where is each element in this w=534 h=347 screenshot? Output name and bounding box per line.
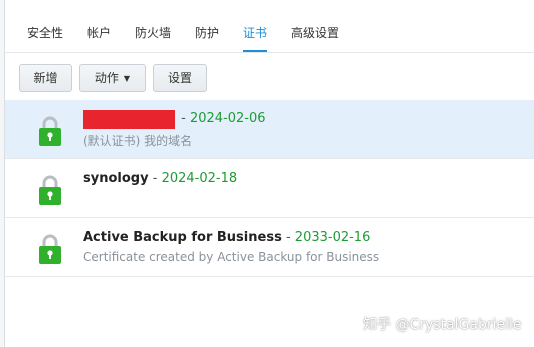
certificate-row[interactable]: synology - 2024-02-18 (5, 159, 534, 218)
certificate-panel: 安全性 帐户 防火墙 防护 证书 高级设置 新增 动作 ▼ 设置 - 2024-… (4, 0, 534, 347)
tab-bar: 安全性 帐户 防火墙 防护 证书 高级设置 (5, 0, 534, 53)
separator: - (152, 171, 158, 186)
tab-account[interactable]: 帐户 (87, 24, 111, 52)
tab-protection[interactable]: 防护 (195, 24, 219, 52)
certificate-name: Active Backup for Business (83, 230, 282, 245)
certificate-title: synology - 2024-02-18 (83, 170, 237, 188)
lock-icon (39, 234, 61, 264)
certificate-list: - 2024-02-06 (默认证书) 我的域名 synology - 2024… (5, 100, 534, 277)
add-button-label: 新增 (33, 71, 58, 85)
redacted-name (83, 110, 175, 129)
lock-icon (39, 175, 61, 205)
certificate-description: Certificate created by Active Backup for… (83, 250, 380, 264)
expiry-date: 2033-02-16 (294, 230, 371, 245)
watermark: 知乎 @CrystalGabrielle (363, 317, 522, 333)
tab-security[interactable]: 安全性 (27, 24, 63, 52)
lock-icon (39, 116, 61, 146)
tab-advanced[interactable]: 高级设置 (291, 24, 339, 52)
add-button[interactable]: 新增 (19, 64, 72, 92)
tab-certificate[interactable]: 证书 (243, 24, 268, 52)
tab-firewall[interactable]: 防火墙 (135, 24, 171, 52)
settings-button[interactable]: 设置 (153, 64, 207, 92)
certificate-row[interactable]: Active Backup for Business - 2033-02-16 … (5, 218, 534, 277)
toolbar: 新增 动作 ▼ 设置 (5, 52, 534, 100)
certificate-description: (默认证书) 我的域名 (83, 134, 193, 148)
certificate-row[interactable]: - 2024-02-06 (默认证书) 我的域名 (5, 100, 534, 159)
action-button[interactable]: 动作 ▼ (79, 64, 146, 92)
certificate-title: Active Backup for Business - 2033-02-16 (83, 229, 370, 247)
separator: - (285, 230, 291, 245)
expiry-date: 2024-02-18 (161, 171, 238, 186)
action-button-label: 动作 (94, 71, 119, 85)
certificate-name: synology (83, 171, 149, 186)
certificate-title: - 2024-02-06 (83, 110, 266, 129)
settings-button-label: 设置 (167, 71, 192, 85)
expiry-date: 2024-02-06 (189, 111, 266, 126)
caret-down-icon: ▼ (123, 73, 131, 83)
separator: - (181, 111, 186, 126)
